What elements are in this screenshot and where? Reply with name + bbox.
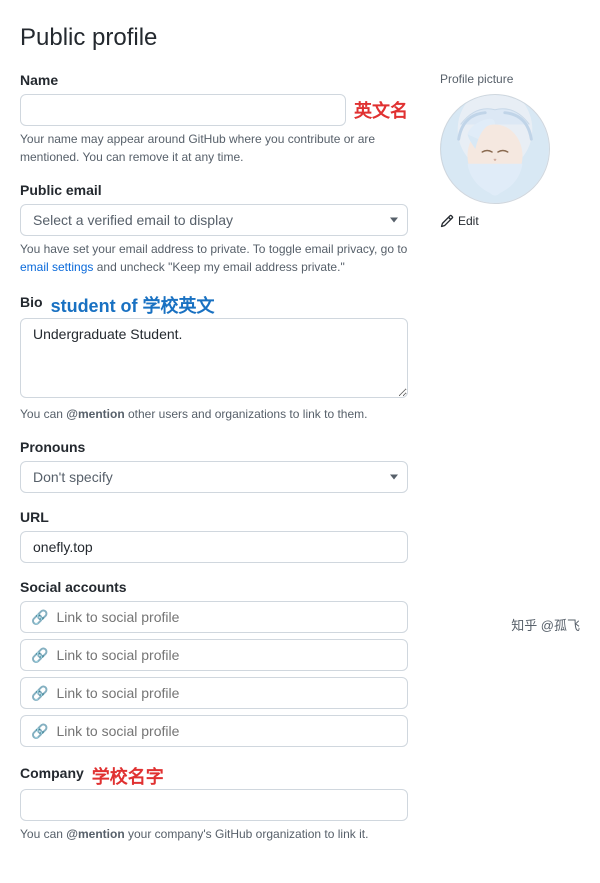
url-input[interactable]: [20, 531, 408, 563]
page-title: Public profile: [20, 24, 580, 52]
edit-avatar-button[interactable]: Edit: [440, 212, 479, 230]
avatar: [440, 94, 550, 204]
email-select[interactable]: Select a verified email to display: [20, 204, 408, 236]
watermark: 知乎 @孤飞: [511, 615, 580, 634]
link-icon-3: 🔗: [31, 685, 48, 702]
social-input-row-4: 🔗: [20, 715, 408, 747]
pronouns-field-group: Pronouns Don't specify they/them she/her…: [20, 439, 408, 493]
company-hint: You can @mention your company's GitHub o…: [20, 825, 408, 843]
company-mention: @mention: [66, 827, 124, 841]
social-input-4[interactable]: [56, 717, 397, 745]
bio-mention: @mention: [66, 407, 124, 421]
bio-label: Bio: [20, 294, 43, 310]
company-input[interactable]: [20, 789, 408, 821]
email-select-wrapper: Select a verified email to display: [20, 204, 408, 236]
pronouns-select-wrapper: Don't specify they/them she/her he/him: [20, 461, 408, 493]
pronouns-select[interactable]: Don't specify they/them she/her he/him: [20, 461, 408, 493]
name-input[interactable]: [20, 94, 346, 126]
name-field-group: Name 英文名 Your name may appear around Git…: [20, 72, 408, 166]
company-label: Company: [20, 765, 84, 781]
edit-label: Edit: [458, 214, 479, 228]
name-hint: Your name may appear around GitHub where…: [20, 130, 408, 166]
bio-textarea[interactable]: Undergraduate Student.: [20, 318, 408, 398]
link-icon-4: 🔗: [31, 723, 48, 740]
name-annotation: 英文名: [354, 97, 408, 123]
bio-annotation: student of 学校英文: [51, 292, 215, 318]
social-input-row-3: 🔗: [20, 677, 408, 709]
email-label: Public email: [20, 182, 408, 198]
link-icon-2: 🔗: [31, 647, 48, 664]
avatar-container: [440, 94, 550, 204]
email-settings-link[interactable]: email settings: [20, 260, 93, 274]
social-input-2[interactable]: [56, 641, 397, 669]
url-label: URL: [20, 509, 408, 525]
social-input-1[interactable]: [56, 603, 397, 631]
link-icon-1: 🔗: [31, 609, 48, 626]
bio-hint: You can @mention other users and organiz…: [20, 405, 408, 423]
pronouns-label: Pronouns: [20, 439, 408, 455]
url-field-group: URL: [20, 509, 408, 563]
profile-picture-label: Profile picture: [440, 72, 580, 86]
social-input-row-2: 🔗: [20, 639, 408, 671]
company-field-group: Company 学校名字 You can @mention your compa…: [20, 763, 408, 843]
pencil-icon: [440, 214, 454, 228]
bio-field-group: Bio student of 学校英文 Undergraduate Studen…: [20, 292, 408, 423]
email-hint: You have set your email address to priva…: [20, 240, 408, 276]
email-field-group: Public email Select a verified email to …: [20, 182, 408, 276]
avatar-svg: [441, 94, 549, 204]
social-input-row-1: 🔗: [20, 601, 408, 633]
profile-sidebar: Profile picture: [440, 72, 580, 859]
name-label: Name: [20, 72, 408, 88]
social-accounts-label: Social accounts: [20, 579, 408, 595]
company-annotation: 学校名字: [92, 763, 164, 789]
social-accounts-field-group: Social accounts 🔗 🔗 🔗 🔗: [20, 579, 408, 747]
social-input-3[interactable]: [56, 679, 397, 707]
